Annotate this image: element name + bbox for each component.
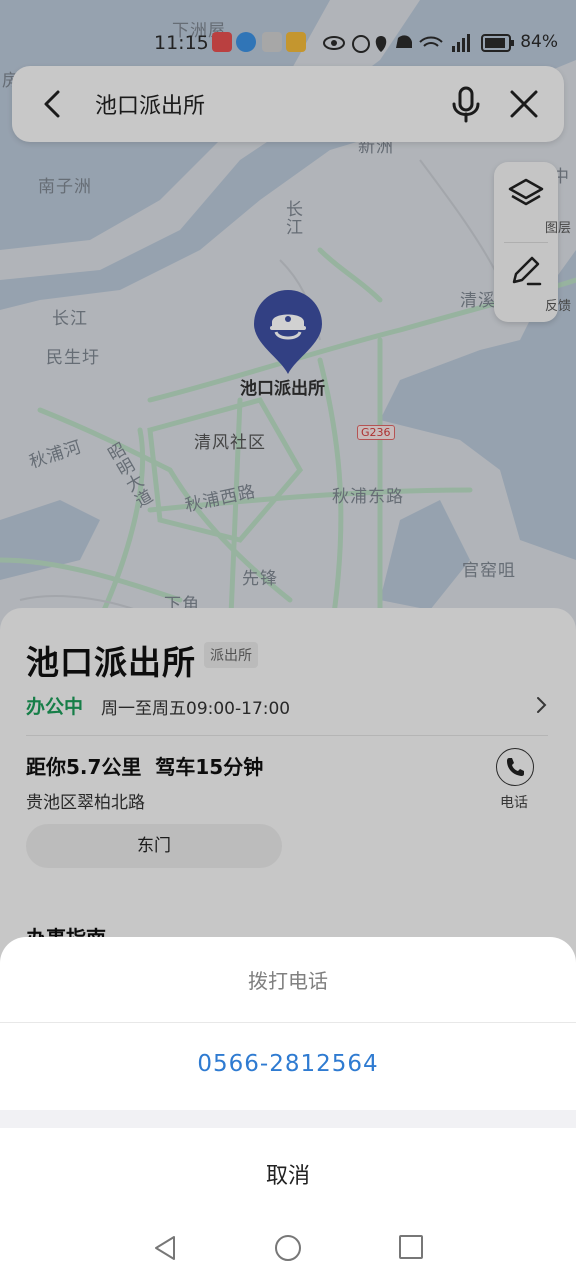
sheet-divider bbox=[0, 1022, 576, 1023]
nav-recents-icon[interactable] bbox=[398, 1234, 424, 1260]
system-nav-bar bbox=[0, 1222, 576, 1276]
nav-back-icon[interactable] bbox=[152, 1234, 178, 1262]
nav-home-icon[interactable] bbox=[274, 1234, 302, 1262]
call-action-sheet: 拨打电话 0566-2812564 取消 bbox=[0, 937, 576, 1280]
cancel-button[interactable]: 取消 bbox=[0, 1158, 576, 1190]
sheet-title: 拨打电话 bbox=[248, 969, 328, 993]
sheet-gap bbox=[0, 1110, 576, 1128]
phone-number-option[interactable]: 0566-2812564 bbox=[0, 1051, 576, 1077]
